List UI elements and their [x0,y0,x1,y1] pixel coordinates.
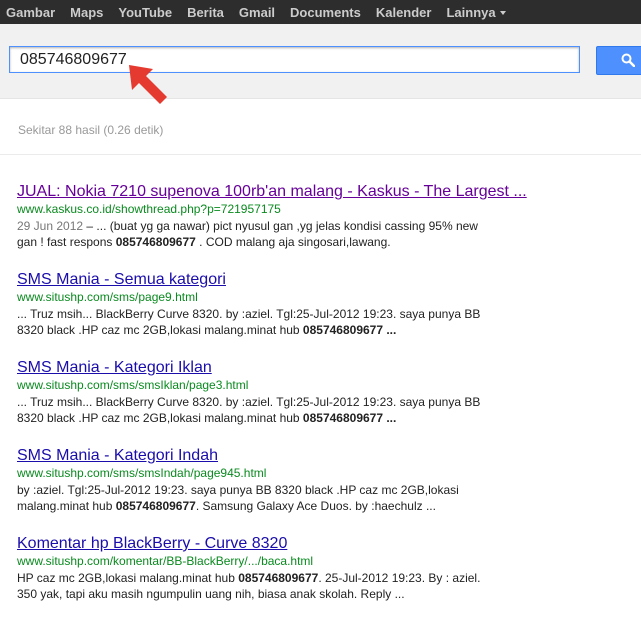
snippet-text: – [86,219,97,233]
result-title-link[interactable]: SMS Mania - Kategori Iklan [17,358,537,378]
divider [0,154,641,155]
snippet-text: . Samsung Galaxy Ace Duos. by :haechulz … [195,499,436,513]
nav-maps[interactable]: Maps [70,5,103,20]
result-title-link[interactable]: SMS Mania - Semua kategori [17,270,537,290]
result-title-link[interactable]: Komentar hp BlackBerry - Curve 8320 [17,534,537,554]
nav-documents[interactable]: Documents [290,5,361,20]
snippet-text: ... Truz msih... BlackBerry Curve 8320. … [17,307,481,321]
snippet-text: . COD malang aja singosari,lawang. [195,235,391,249]
result-title-link[interactable]: SMS Mania - Kategori Indah [17,446,537,466]
result-stats: Sekitar 88 hasil (0.26 detik) [18,123,164,137]
search-icon [621,53,635,67]
nav-berita[interactable]: Berita [187,5,224,20]
snippet-text: ... (buat yg ga nawar) pict nyusul gan ,… [96,219,478,233]
search-input[interactable] [9,46,580,73]
snippet-text: gan ! fast respons [17,235,116,249]
snippet-text: ... Truz msih... BlackBerry Curve 8320. … [17,395,481,409]
snippet-text: by :aziel. Tgl:25-Jul-2012 19:23. saya p… [17,483,459,497]
snippet-text: ... [383,411,397,425]
snippet-highlight: 085746809677 [302,323,384,337]
nav-gmail[interactable]: Gmail [239,5,275,20]
snippet-highlight: 085746809677 [115,235,196,249]
snippet-highlight: 085746809677 [302,411,384,425]
snippet-text: HP caz mc 2GB,lokasi malang.minat hub [17,571,239,585]
result-item: SMS Mania - Kategori Indah www.situshp.c… [17,446,537,514]
nav-gambar[interactable]: Gambar [6,5,55,20]
result-snippet: by :aziel. Tgl:25-Jul-2012 19:23. saya p… [17,482,537,514]
nav-lainnya[interactable]: Lainnya [446,4,506,20]
snippet-text: malang.minat hub [17,499,116,513]
result-item: JUAL: Nokia 7210 supenova 100rb'an malan… [17,182,537,250]
result-snippet: HP caz mc 2GB,lokasi malang.minat hub 08… [17,570,537,602]
snippet-highlight: 085746809677 [115,499,196,513]
result-item: SMS Mania - Kategori Iklan www.situshp.c… [17,358,537,426]
result-url[interactable]: www.situshp.com/sms/smsIklan/page3.html [17,378,537,393]
snippet-text: 8320 black .HP caz mc 2GB,lokasi malang.… [17,411,303,425]
result-url[interactable]: www.situshp.com/sms/smsIndah/page945.htm… [17,466,537,481]
result-title-link[interactable]: JUAL: Nokia 7210 supenova 100rb'an malan… [17,182,537,202]
nav-youtube[interactable]: YouTube [118,5,172,20]
result-snippet: ... Truz msih... BlackBerry Curve 8320. … [17,394,537,426]
nav-lainnya-label: Lainnya [446,4,496,20]
top-navigation-bar: Gambar Maps YouTube Berita Gmail Documen… [0,0,641,24]
search-bar-area [0,24,641,99]
result-item: SMS Mania - Semua kategori www.situshp.c… [17,270,537,338]
snippet-text: ... [383,323,397,337]
result-url[interactable]: www.situshp.com/komentar/BB-BlackBerry/.… [17,554,537,569]
search-button[interactable] [596,46,641,75]
nav-kalender[interactable]: Kalender [376,5,432,20]
result-snippet: 29 Jun 2012 – ... (buat yg ga nawar) pic… [17,218,537,250]
snippet-text: 8320 black .HP caz mc 2GB,lokasi malang.… [17,323,303,337]
chevron-down-icon [499,11,506,16]
search-results: JUAL: Nokia 7210 supenova 100rb'an malan… [17,182,537,622]
result-snippet: ... Truz msih... BlackBerry Curve 8320. … [17,306,537,338]
result-url[interactable]: www.kaskus.co.id/showthread.php?p=721957… [17,202,537,217]
result-url[interactable]: www.situshp.com/sms/page9.html [17,290,537,305]
result-item: Komentar hp BlackBerry - Curve 8320 www.… [17,534,537,602]
snippet-text: 350 yak, tapi aku masih ngumpulin uang n… [17,587,405,601]
snippet-highlight: 085746809677 [238,571,319,585]
result-date: 29 Jun 2012 [17,219,84,233]
top-nav: Gambar Maps YouTube Berita Gmail Documen… [0,0,513,24]
snippet-text: . 25-Jul-2012 19:23. By : aziel. [318,571,481,585]
red-arrow-annotation [129,65,167,104]
